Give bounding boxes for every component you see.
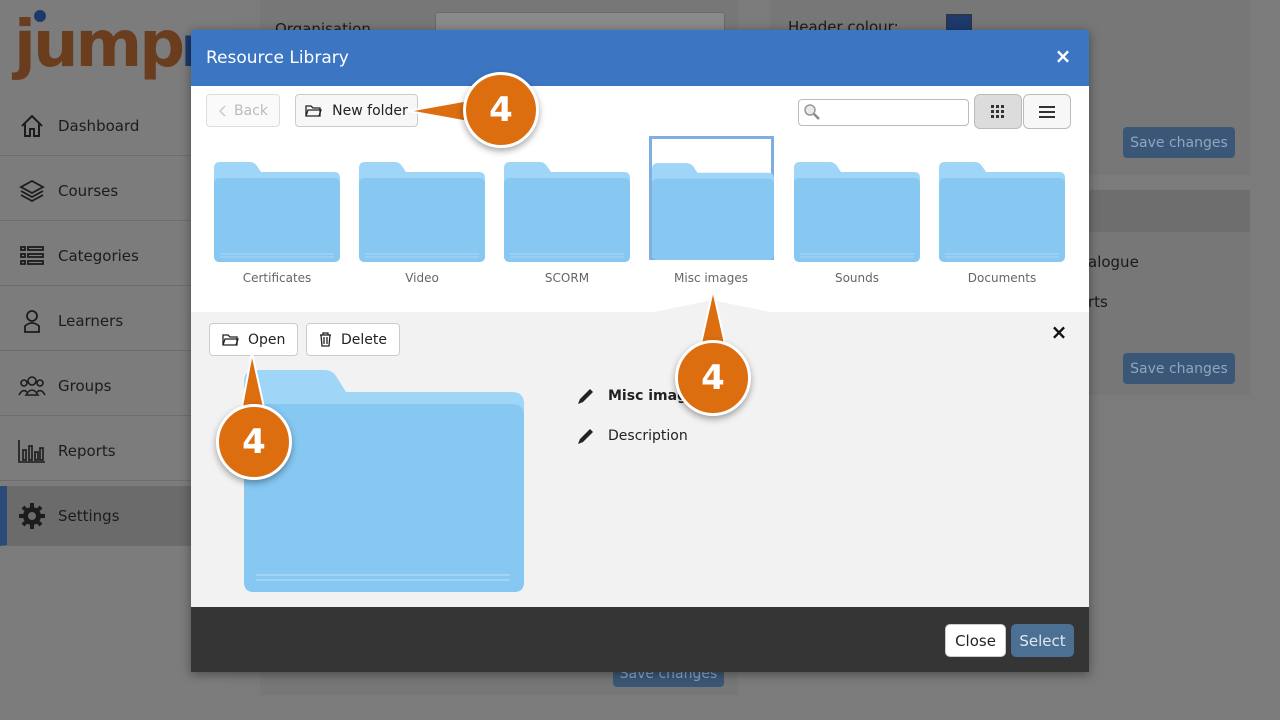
callout-badge-new-folder: 4 <box>463 72 539 148</box>
folder-sounds[interactable]: Sounds <box>793 137 921 287</box>
modal-header: Resource Library × <box>191 30 1089 86</box>
folder-label: Video <box>405 271 439 285</box>
list-icon <box>1039 105 1055 118</box>
folder-label: Sounds <box>834 271 880 285</box>
folder-misc-images[interactable]: Misc images <box>649 136 778 287</box>
grid-icon <box>991 104 1005 119</box>
back-button[interactable]: Back <box>206 94 280 127</box>
pencil-icon <box>576 386 596 406</box>
search-box <box>798 99 969 126</box>
folder-open-icon <box>222 333 239 347</box>
folder-certificates[interactable]: Certificates <box>213 137 341 287</box>
search-icon <box>803 103 821 125</box>
modal-title: Resource Library <box>206 48 349 68</box>
sidebar-item-label: Categories <box>58 246 139 265</box>
open-label: Open <box>248 331 286 348</box>
folder-preview-icon <box>244 370 524 592</box>
delete-label: Delete <box>341 331 387 348</box>
sidebar-item-label: Reports <box>58 441 116 460</box>
pencil-icon <box>576 426 596 446</box>
reports-label: rts <box>1088 293 1108 311</box>
save-changes-button[interactable]: Save changes <box>1123 127 1235 158</box>
folder-video[interactable]: Video <box>358 137 486 287</box>
person-icon <box>18 307 46 335</box>
gear-icon <box>18 502 46 530</box>
sidebar-item-label: Learners <box>58 311 124 330</box>
folder-icon <box>939 162 1065 262</box>
delete-button[interactable]: Delete <box>306 323 400 356</box>
list-icon <box>18 242 46 270</box>
folder-open-icon <box>305 104 323 118</box>
sidebar-item-label: Dashboard <box>58 116 140 135</box>
folder-icon <box>504 162 630 262</box>
close-icon[interactable]: × <box>1049 322 1069 342</box>
folder-icon <box>359 162 485 262</box>
folder-label: SCORM <box>544 271 590 285</box>
select-button[interactable]: Select <box>1011 624 1074 657</box>
folder-description-field[interactable]: Description <box>576 426 688 446</box>
resource-library-modal: Resource Library × Back New folder Certi… <box>191 30 1089 672</box>
folder-label: Misc images <box>674 271 748 285</box>
folder-scorm[interactable]: SCORM <box>503 137 631 287</box>
sidebar-item-label: Courses <box>58 181 119 200</box>
callout-badge-misc-images: 4 <box>675 340 751 416</box>
chevron-left-icon <box>218 104 226 117</box>
new-folder-label: New folder <box>332 102 408 119</box>
trash-icon <box>319 332 332 347</box>
sidebar-item-label: Groups <box>58 376 112 395</box>
detail-notch <box>654 300 770 312</box>
close-button[interactable]: Close <box>945 624 1006 657</box>
catalogue-label: alogue <box>1088 253 1139 271</box>
logo-text: jump <box>14 8 185 82</box>
new-folder-button[interactable]: New folder <box>295 94 418 127</box>
folder-documents[interactable]: Documents <box>938 137 1066 287</box>
folder-label: Certificates <box>242 271 312 285</box>
home-icon <box>18 112 46 140</box>
group-icon <box>18 372 46 400</box>
back-label: Back <box>234 102 268 119</box>
callout-badge-open: 4 <box>216 404 292 480</box>
grid-view-button[interactable] <box>974 94 1022 129</box>
folder-icon <box>794 162 920 262</box>
folder-label: Documents <box>967 271 1037 285</box>
sidebar-item-label: Settings <box>58 506 120 525</box>
stack-icon <box>18 177 46 205</box>
description-placeholder: Description <box>608 428 688 444</box>
folder-icon <box>214 162 340 262</box>
search-input[interactable] <box>825 103 965 122</box>
list-view-button[interactable] <box>1023 94 1071 129</box>
save-changes-button[interactable]: Save changes <box>1123 353 1235 384</box>
bar-chart-icon <box>18 437 46 465</box>
folder-icon <box>652 163 774 260</box>
open-button[interactable]: Open <box>209 323 299 356</box>
close-icon[interactable]: × <box>1051 44 1075 68</box>
